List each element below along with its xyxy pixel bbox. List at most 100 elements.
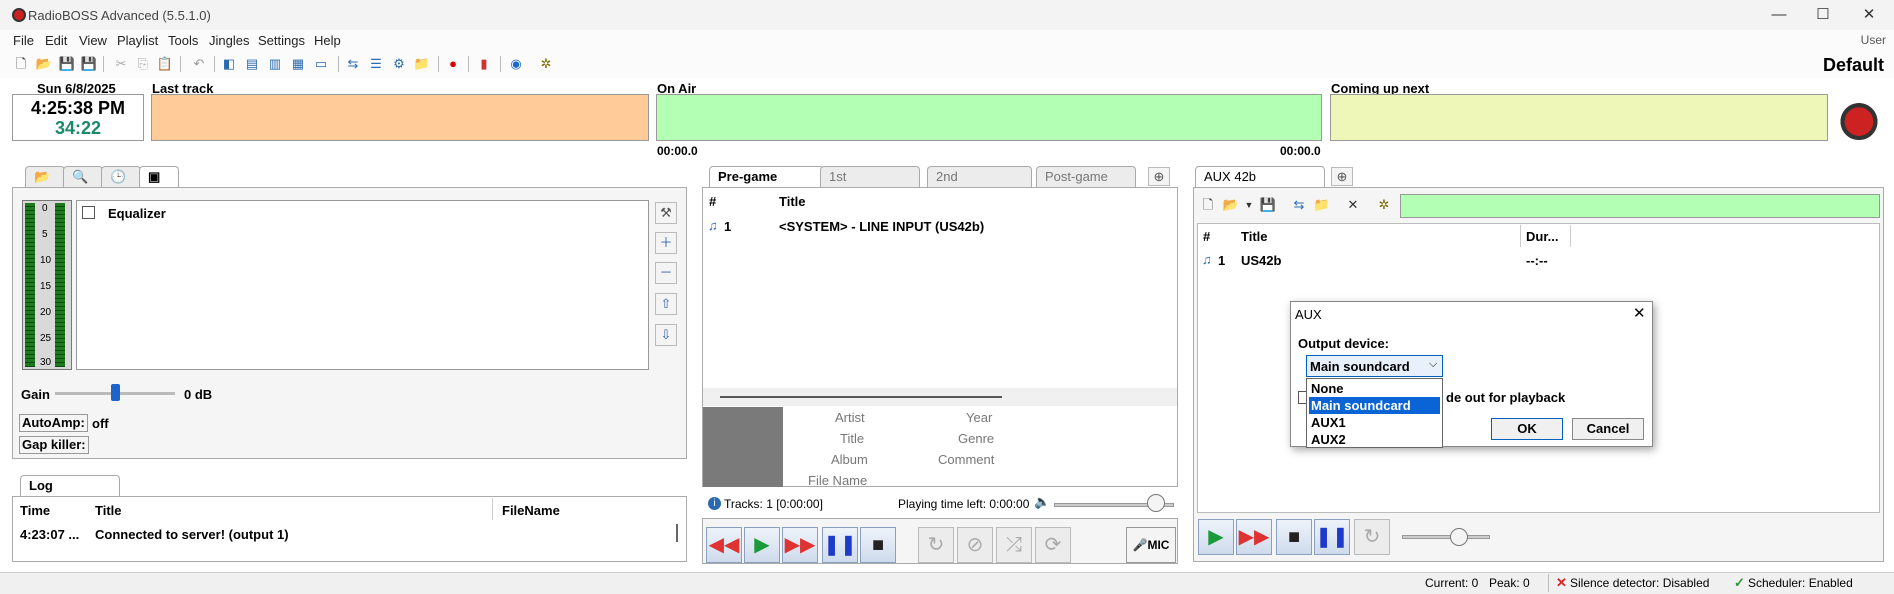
aux-col-dur[interactable]: Dur... bbox=[1526, 229, 1559, 244]
effects-move-up-button[interactable]: ⇧ bbox=[655, 293, 677, 315]
scheduler-icon[interactable]: ✲ bbox=[537, 55, 555, 73]
log-scrollbar[interactable] bbox=[676, 524, 678, 542]
cancel-button[interactable]: Cancel bbox=[1572, 418, 1644, 440]
menu-view[interactable]: View bbox=[79, 33, 107, 48]
menu-help[interactable]: Help bbox=[314, 33, 341, 48]
option-none[interactable]: None bbox=[1309, 380, 1440, 397]
playlist-col-title[interactable]: Title bbox=[779, 194, 806, 209]
playlist-generator-icon[interactable]: ⇆ bbox=[344, 55, 362, 73]
open-folder-icon[interactable]: 📂 bbox=[35, 55, 53, 73]
tab-2nd-intermission[interactable]: 2nd intermiss... bbox=[927, 166, 1032, 204]
autoamp-label[interactable]: AutoAmp: bbox=[19, 414, 88, 432]
disable-button[interactable]: ⊘ bbox=[957, 527, 993, 563]
silence-detector-status[interactable]: Silence detector: Disabled bbox=[1570, 576, 1709, 590]
tab-files-icon[interactable]: 📂 bbox=[25, 166, 65, 188]
save-icon[interactable]: 💾 bbox=[58, 55, 76, 73]
aux-save-icon[interactable]: 💾 bbox=[1259, 196, 1277, 214]
menu-jingles[interactable]: Jingles bbox=[209, 33, 249, 48]
menu-settings[interactable]: Settings bbox=[258, 33, 305, 48]
aux-playlist-gen-icon[interactable]: ⇆ bbox=[1290, 196, 1308, 214]
gain-slider-thumb[interactable] bbox=[111, 384, 120, 401]
layout-2-icon[interactable]: ▤ bbox=[243, 55, 261, 73]
menu-playlist[interactable]: Playlist bbox=[117, 33, 158, 48]
option-aux2[interactable]: AUX2 bbox=[1309, 431, 1440, 448]
save-as-icon[interactable]: 💾 bbox=[80, 55, 98, 73]
aux-col-num[interactable]: # bbox=[1203, 229, 1210, 244]
aux-stop-button[interactable]: ■ bbox=[1276, 519, 1312, 555]
menu-edit[interactable]: Edit bbox=[45, 33, 67, 48]
loop-button[interactable]: ⟳ bbox=[1035, 527, 1071, 563]
effects-settings-button[interactable]: ⚒ bbox=[655, 202, 677, 224]
log-col-time[interactable]: Time bbox=[20, 503, 50, 518]
aux-open-dropdown-icon[interactable]: ▼ bbox=[1240, 196, 1258, 214]
minimize-button[interactable]: — bbox=[1756, 4, 1802, 26]
playlist-hscrollbar[interactable] bbox=[720, 396, 1002, 398]
pause-button[interactable]: ❚❚ bbox=[822, 527, 858, 563]
previous-button[interactable]: ◀◀ bbox=[706, 527, 742, 563]
aux-play-button[interactable]: ▶ bbox=[1198, 519, 1234, 555]
aux-volume-track[interactable] bbox=[1402, 535, 1490, 539]
playlist-tool-icon[interactable]: ⚙ bbox=[390, 55, 408, 73]
playlist-icon[interactable]: ☰ bbox=[367, 55, 385, 73]
tab-search-icon[interactable]: 🔍 bbox=[63, 166, 103, 188]
aux-folder-icon[interactable]: 📁 bbox=[1313, 196, 1331, 214]
paste-icon[interactable]: 📋 bbox=[156, 55, 174, 73]
tab-1st-intermission[interactable]: 1st intermissi... bbox=[820, 166, 920, 204]
menu-tools[interactable]: Tools bbox=[168, 33, 198, 48]
cut-icon[interactable]: ✂ bbox=[112, 55, 130, 73]
folder-playlist-icon[interactable]: 📁 bbox=[413, 55, 431, 73]
aux-next-button[interactable]: ▶▶ bbox=[1236, 519, 1272, 555]
play-button[interactable]: ▶ bbox=[744, 527, 780, 563]
add-aux-tab-button[interactable]: ⊕ bbox=[1331, 167, 1353, 186]
shuffle-button[interactable]: ⤮ bbox=[996, 527, 1032, 563]
coming-up-panel[interactable] bbox=[1330, 94, 1828, 141]
copy-icon[interactable]: ⎘ bbox=[134, 55, 152, 73]
tab-aux-42b[interactable]: AUX 42b bbox=[1195, 166, 1325, 188]
dialog-close-button[interactable]: ✕ bbox=[1633, 304, 1646, 322]
aux-new-icon[interactable]: 🗋 bbox=[1199, 196, 1217, 214]
option-aux1[interactable]: AUX1 bbox=[1309, 414, 1440, 431]
layout-3-icon[interactable]: ▥ bbox=[266, 55, 284, 73]
playlist-row-title[interactable]: <SYSTEM> - LINE INPUT (US42b) bbox=[779, 219, 984, 234]
aux-scheduler-icon[interactable]: ✲ bbox=[1375, 196, 1393, 214]
tab-history-icon[interactable]: 🕒 bbox=[101, 166, 141, 188]
effects-remove-button[interactable]: － bbox=[655, 262, 677, 284]
log-col-filename[interactable]: FileName bbox=[502, 503, 560, 518]
aux-clear-icon[interactable]: ✕ bbox=[1344, 196, 1362, 214]
log-col-title[interactable]: Title bbox=[95, 503, 122, 518]
output-device-select[interactable]: Main soundcard ⌵ bbox=[1306, 355, 1443, 377]
aux-pause-button[interactable]: ❚❚ bbox=[1314, 519, 1350, 555]
fade-out-label[interactable]: de out for playback bbox=[1446, 390, 1565, 405]
tab-post-game[interactable]: Post-game bbox=[1036, 166, 1136, 188]
volume-slider-thumb[interactable] bbox=[1147, 494, 1165, 512]
on-air-panel[interactable] bbox=[656, 94, 1322, 141]
tab-log[interactable]: Log bbox=[20, 475, 120, 497]
gap-killer-label[interactable]: Gap killer: bbox=[19, 436, 89, 454]
aux-col-title[interactable]: Title bbox=[1241, 229, 1268, 244]
layout-4-icon[interactable]: ▦ bbox=[289, 55, 307, 73]
mic-button[interactable]: 🎤MIC bbox=[1126, 527, 1176, 563]
tab-pre-game[interactable]: Pre-game bbox=[709, 166, 824, 188]
user-label[interactable]: User bbox=[1861, 33, 1886, 47]
layout-5-icon[interactable]: ▭ bbox=[312, 55, 330, 73]
aux-repeat-button[interactable]: ↻ bbox=[1354, 519, 1390, 555]
playlist-col-num[interactable]: # bbox=[709, 194, 716, 209]
option-main-soundcard[interactable]: Main soundcard bbox=[1309, 397, 1440, 414]
repeat-button[interactable]: ↻ bbox=[918, 527, 954, 563]
new-file-icon[interactable]: 🗋 bbox=[12, 55, 30, 73]
effects-add-button[interactable]: ＋ bbox=[655, 232, 677, 254]
scheduler-status[interactable]: Scheduler: Enabled bbox=[1748, 576, 1853, 590]
ok-button[interactable]: OK bbox=[1491, 418, 1563, 440]
record-icon[interactable]: ● bbox=[444, 55, 462, 73]
broadcast-icon[interactable]: ◉ bbox=[507, 55, 525, 73]
stop-button[interactable]: ■ bbox=[860, 527, 896, 563]
tab-effects-icon[interactable]: ▣ bbox=[139, 166, 179, 188]
aux-open-icon[interactable]: 📂 bbox=[1222, 196, 1240, 214]
layout-1-icon[interactable]: ◧ bbox=[220, 55, 238, 73]
undo-icon[interactable]: ↶ bbox=[190, 55, 208, 73]
last-track-panel[interactable] bbox=[151, 94, 649, 141]
add-playlist-tab-button[interactable]: ⊕ bbox=[1148, 167, 1170, 186]
aux-row-title[interactable]: US42b bbox=[1241, 253, 1281, 268]
equalizer-checkbox[interactable] bbox=[82, 206, 95, 219]
menu-file[interactable]: File bbox=[13, 33, 34, 48]
